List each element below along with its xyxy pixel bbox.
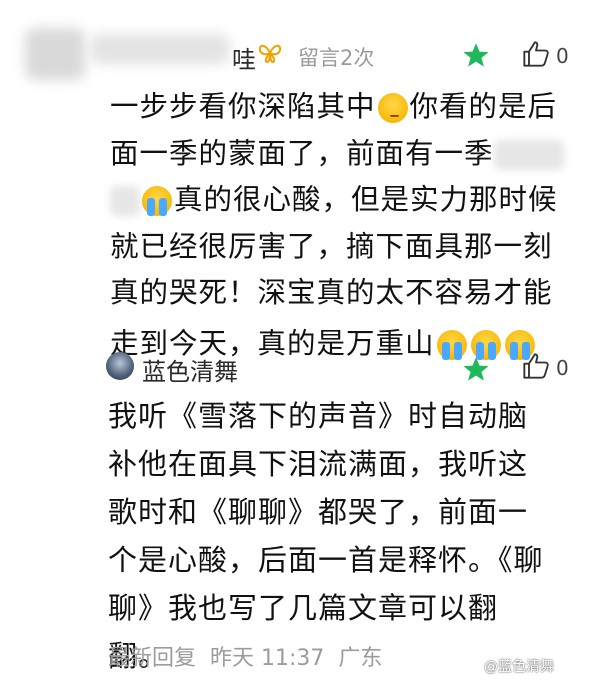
thumbs-up-icon[interactable] [522, 40, 550, 72]
crying-emoji-icon [142, 186, 172, 216]
watermark: @蓝色清舞 [484, 659, 554, 675]
crying-emoji-icon [436, 329, 467, 360]
blurred-avatar [25, 28, 85, 80]
comment-line: 就已经很厉害了，摘下面具那一刻 [110, 229, 553, 263]
comment-body: 我听《雪落下的声音》时自动脑 补他在面具下泪流满面，我听这 歌时和《聊聊》都哭了… [108, 392, 588, 680]
comment-line: 真的哭死！深宝真的太不容易才能 [110, 276, 553, 309]
crying-emoji-icon [470, 329, 501, 360]
username-fragment[interactable]: 哇 [232, 40, 256, 75]
reply-footer[interactable]: 最新回复 昨天 11:37 广东 [108, 640, 382, 672]
comment-line: 聊》我也写了几篇文章可以翻 [108, 591, 499, 625]
comment-line: 面一季的蒙面了，前面有一季 [110, 131, 590, 178]
star-icon[interactable] [462, 356, 490, 387]
comment-line: 补他在面具下泪流满面，我听这 [108, 447, 529, 481]
like-count: 0 [556, 44, 569, 68]
comment-line: 我听《雪落下的声音》时自动脑 [108, 399, 529, 433]
comment-line: 歌时和《聊聊》都哭了，前面一 [108, 495, 529, 529]
username[interactable]: 蓝色清舞 [142, 352, 238, 387]
blurred-text [493, 139, 564, 170]
comment-line: 个是心酸，后面一首是释怀。《聊 [108, 543, 544, 577]
butterfly-badge-icon [258, 42, 282, 68]
comment-body: 一步步看你深陷其中 你看的是后 面一季的蒙面了，前面有一季 真的很心酸，但是实力那… [110, 84, 590, 367]
star-icon[interactable] [462, 42, 490, 73]
like-count: 0 [556, 356, 569, 380]
blurred-username [90, 34, 230, 64]
comment-line: 真的很心酸，但是实力那时候 [110, 177, 590, 224]
blurred-text [110, 186, 140, 216]
reply-count-label: 留言2次 [298, 46, 375, 70]
comment-line: 一步步看你深陷其中 你看的是后 [110, 90, 558, 123]
avatar[interactable] [106, 352, 134, 380]
thumbs-up-icon[interactable] [522, 352, 550, 384]
thinking-emoji-icon [377, 93, 408, 123]
